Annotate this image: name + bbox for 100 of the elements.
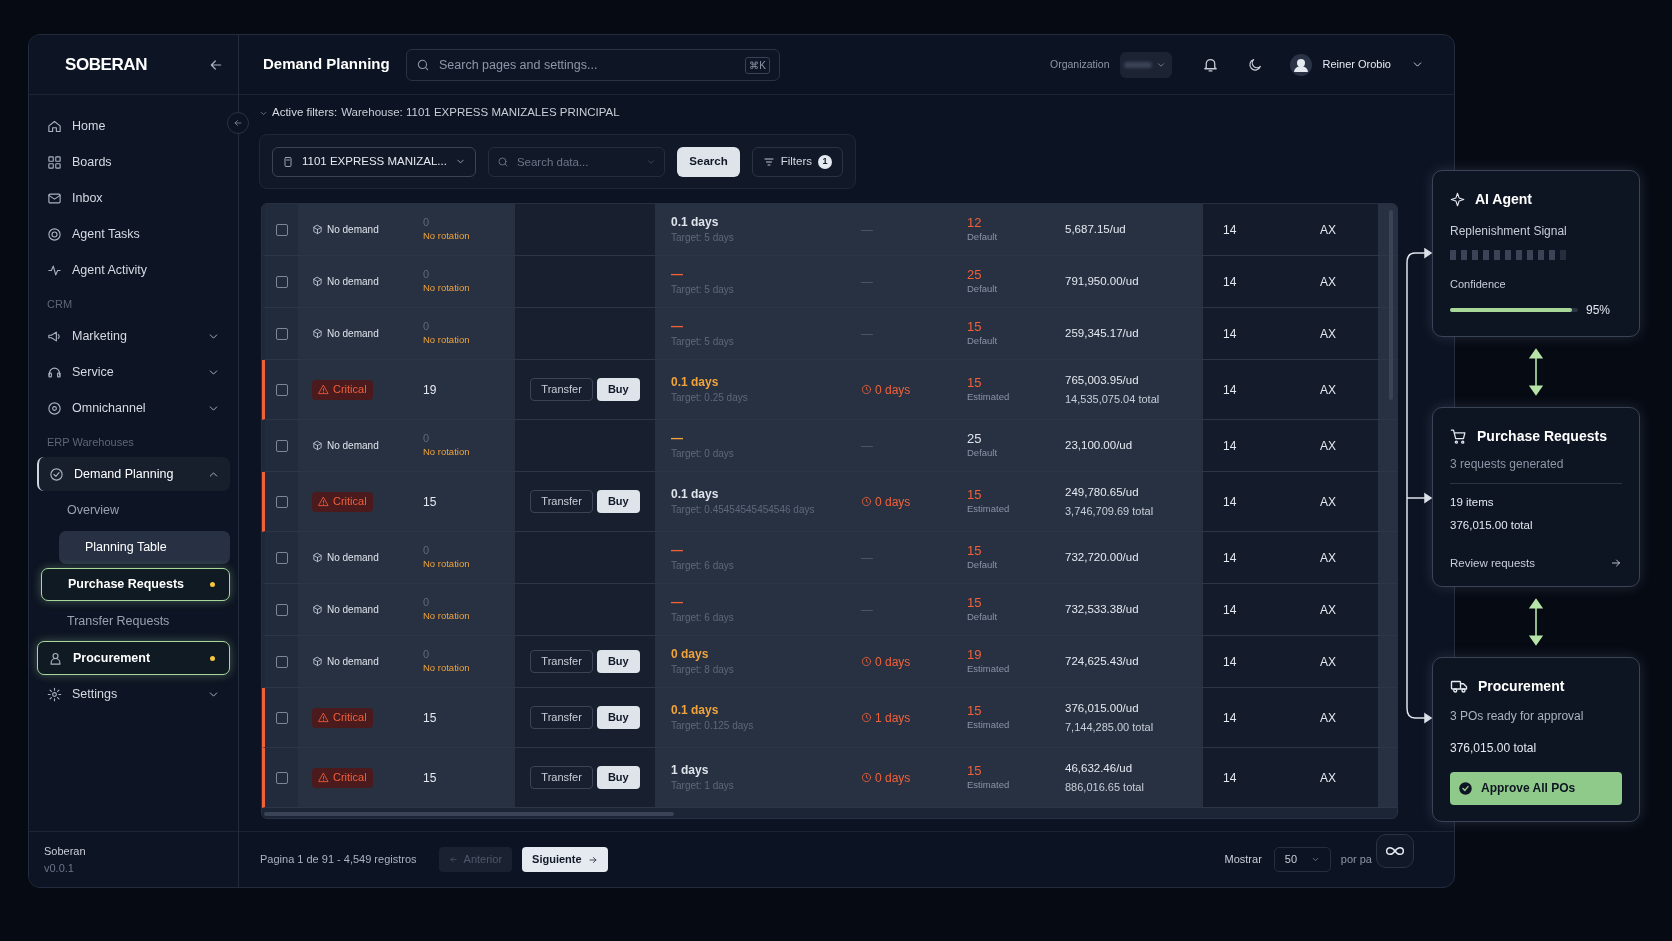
checkbox[interactable] bbox=[275, 223, 288, 236]
nav-item[interactable]: Purchase Requests bbox=[41, 568, 230, 601]
buy-button[interactable]: Buy bbox=[596, 706, 640, 729]
coverage-value: 0.1 days bbox=[671, 702, 719, 718]
cube-icon bbox=[312, 224, 323, 235]
quantity: 15 bbox=[967, 762, 983, 778]
clock-icon bbox=[861, 772, 872, 783]
nav-item[interactable]: Omnichannel bbox=[37, 391, 230, 425]
transfer-button[interactable]: Transfer bbox=[530, 490, 593, 513]
moon-icon[interactable] bbox=[1246, 56, 1263, 73]
checkbox[interactable] bbox=[275, 603, 288, 616]
checkbox[interactable] bbox=[275, 327, 288, 340]
nav-item[interactable]: Boards bbox=[37, 145, 230, 179]
clock-icon bbox=[861, 656, 872, 667]
checkbox[interactable] bbox=[275, 771, 288, 784]
nav-item[interactable]: Procurement bbox=[37, 641, 230, 675]
total-price: 7,144,285.00 total bbox=[1065, 719, 1155, 735]
nav-item[interactable]: Transfer Requests bbox=[41, 605, 230, 638]
buy-button[interactable]: Buy bbox=[596, 490, 640, 513]
approve-button[interactable]: Approve All POs bbox=[1450, 771, 1622, 805]
basis-label: Estimated bbox=[967, 501, 1011, 516]
section-label: CRM bbox=[47, 296, 73, 312]
search-button[interactable]: Search bbox=[677, 146, 740, 177]
infinity-button[interactable] bbox=[1376, 833, 1414, 868]
basis-label: Default bbox=[967, 333, 999, 348]
cube-icon bbox=[312, 276, 323, 287]
status-label: No demand bbox=[327, 275, 379, 289]
bell-icon[interactable] bbox=[1201, 56, 1219, 73]
avatar-icon[interactable] bbox=[1288, 52, 1313, 77]
cell-value: 14 bbox=[1222, 221, 1238, 239]
cell-value: AX bbox=[1320, 273, 1336, 291]
checkbox[interactable] bbox=[275, 383, 288, 396]
stock-count: 15 bbox=[423, 769, 438, 787]
status-label: No demand bbox=[327, 551, 379, 565]
checkbox[interactable] bbox=[275, 551, 288, 564]
critical-badge: Critical bbox=[312, 707, 373, 728]
cell-value: 14 bbox=[1222, 325, 1238, 343]
search-field[interactable]: Search data... bbox=[487, 146, 666, 177]
filter-value: Warehouse: 1101 EXPRESS MANIZALES PRINCIPAL bbox=[341, 105, 620, 121]
stock-note: No rotation bbox=[423, 280, 471, 295]
next-button[interactable]: Siguiente bbox=[522, 847, 608, 872]
lead-time: 0 days bbox=[861, 768, 911, 787]
nav-item[interactable]: Home bbox=[37, 109, 230, 143]
nav-item[interactable]: Inbox bbox=[37, 181, 230, 215]
stock-note: No rotation bbox=[423, 660, 471, 675]
quantity: 15 bbox=[967, 318, 983, 334]
page-title: Demand Planning bbox=[263, 54, 391, 75]
checkbox[interactable] bbox=[275, 495, 288, 508]
nav-item[interactable]: Overview bbox=[41, 494, 230, 527]
cell-value: 14 bbox=[1222, 273, 1238, 291]
nav-item[interactable]: Settings bbox=[37, 677, 230, 711]
document-icon bbox=[282, 155, 294, 168]
transfer-button[interactable]: Transfer bbox=[530, 650, 593, 673]
critical-badge: Critical bbox=[312, 491, 373, 512]
transfer-button[interactable]: Transfer bbox=[530, 706, 593, 729]
stock-note: No rotation bbox=[423, 228, 471, 243]
user-name[interactable]: Reiner Orobio bbox=[1322, 56, 1391, 73]
coverage-value: 1 days bbox=[671, 762, 709, 778]
cell-value: 14 bbox=[1222, 493, 1238, 511]
review-link[interactable]: Review requests bbox=[1450, 554, 1622, 572]
stock-count: 15 bbox=[423, 493, 438, 511]
warehouse-select[interactable]: 1101 EXPRESS MANIZAL... bbox=[272, 146, 476, 177]
scrollbar-thumb[interactable] bbox=[264, 812, 674, 816]
page-size-select[interactable]: 50 bbox=[1273, 847, 1331, 872]
nav-item[interactable]: Agent Activity bbox=[37, 253, 230, 287]
basis-label: Default bbox=[967, 229, 999, 244]
stock-note: No rotation bbox=[423, 608, 471, 623]
coverage-value: — bbox=[671, 542, 683, 558]
warning-icon bbox=[318, 712, 329, 723]
organization-label: Organization bbox=[1049, 56, 1110, 72]
unit-price: 765,003.95/ud bbox=[1065, 372, 1140, 388]
count-badge: 1 bbox=[818, 154, 832, 169]
filters-button[interactable]: Filters 1 bbox=[751, 146, 843, 177]
checkbox[interactable] bbox=[275, 439, 288, 452]
nav-item[interactable]: Agent Tasks bbox=[37, 217, 230, 251]
transfer-button[interactable]: Transfer bbox=[530, 766, 593, 789]
stock-count: 15 bbox=[423, 709, 438, 727]
nav-item[interactable]: Service bbox=[37, 355, 230, 389]
basis-label: Estimated bbox=[967, 777, 1011, 792]
checkbox[interactable] bbox=[275, 275, 288, 288]
nav-item[interactable]: Planning Table bbox=[59, 531, 230, 564]
buy-button[interactable]: Buy bbox=[596, 650, 640, 673]
unit-price: 259,345.17/ud bbox=[1065, 325, 1140, 341]
nav-item[interactable]: Demand Planning bbox=[37, 457, 230, 491]
checkbox[interactable] bbox=[275, 655, 288, 668]
cell-value: AX bbox=[1320, 325, 1336, 343]
critical-badge: Critical bbox=[312, 379, 373, 400]
transfer-button[interactable]: Transfer bbox=[530, 378, 593, 401]
buy-button[interactable]: Buy bbox=[596, 378, 640, 401]
nav-item[interactable]: Marketing bbox=[37, 319, 230, 353]
cube-icon bbox=[312, 328, 323, 339]
buy-button[interactable]: Buy bbox=[596, 766, 640, 789]
ring-icon bbox=[47, 400, 62, 416]
unit-price: 23,100.00/ud bbox=[1065, 437, 1134, 453]
unit-price: 732,533.38/ud bbox=[1065, 601, 1140, 617]
logo: SOBERAN bbox=[65, 53, 148, 76]
cell-value: AX bbox=[1320, 493, 1336, 511]
checkbox[interactable] bbox=[275, 711, 288, 724]
coverage-value: 0.1 days bbox=[671, 214, 719, 230]
blurred-value bbox=[1123, 61, 1152, 68]
